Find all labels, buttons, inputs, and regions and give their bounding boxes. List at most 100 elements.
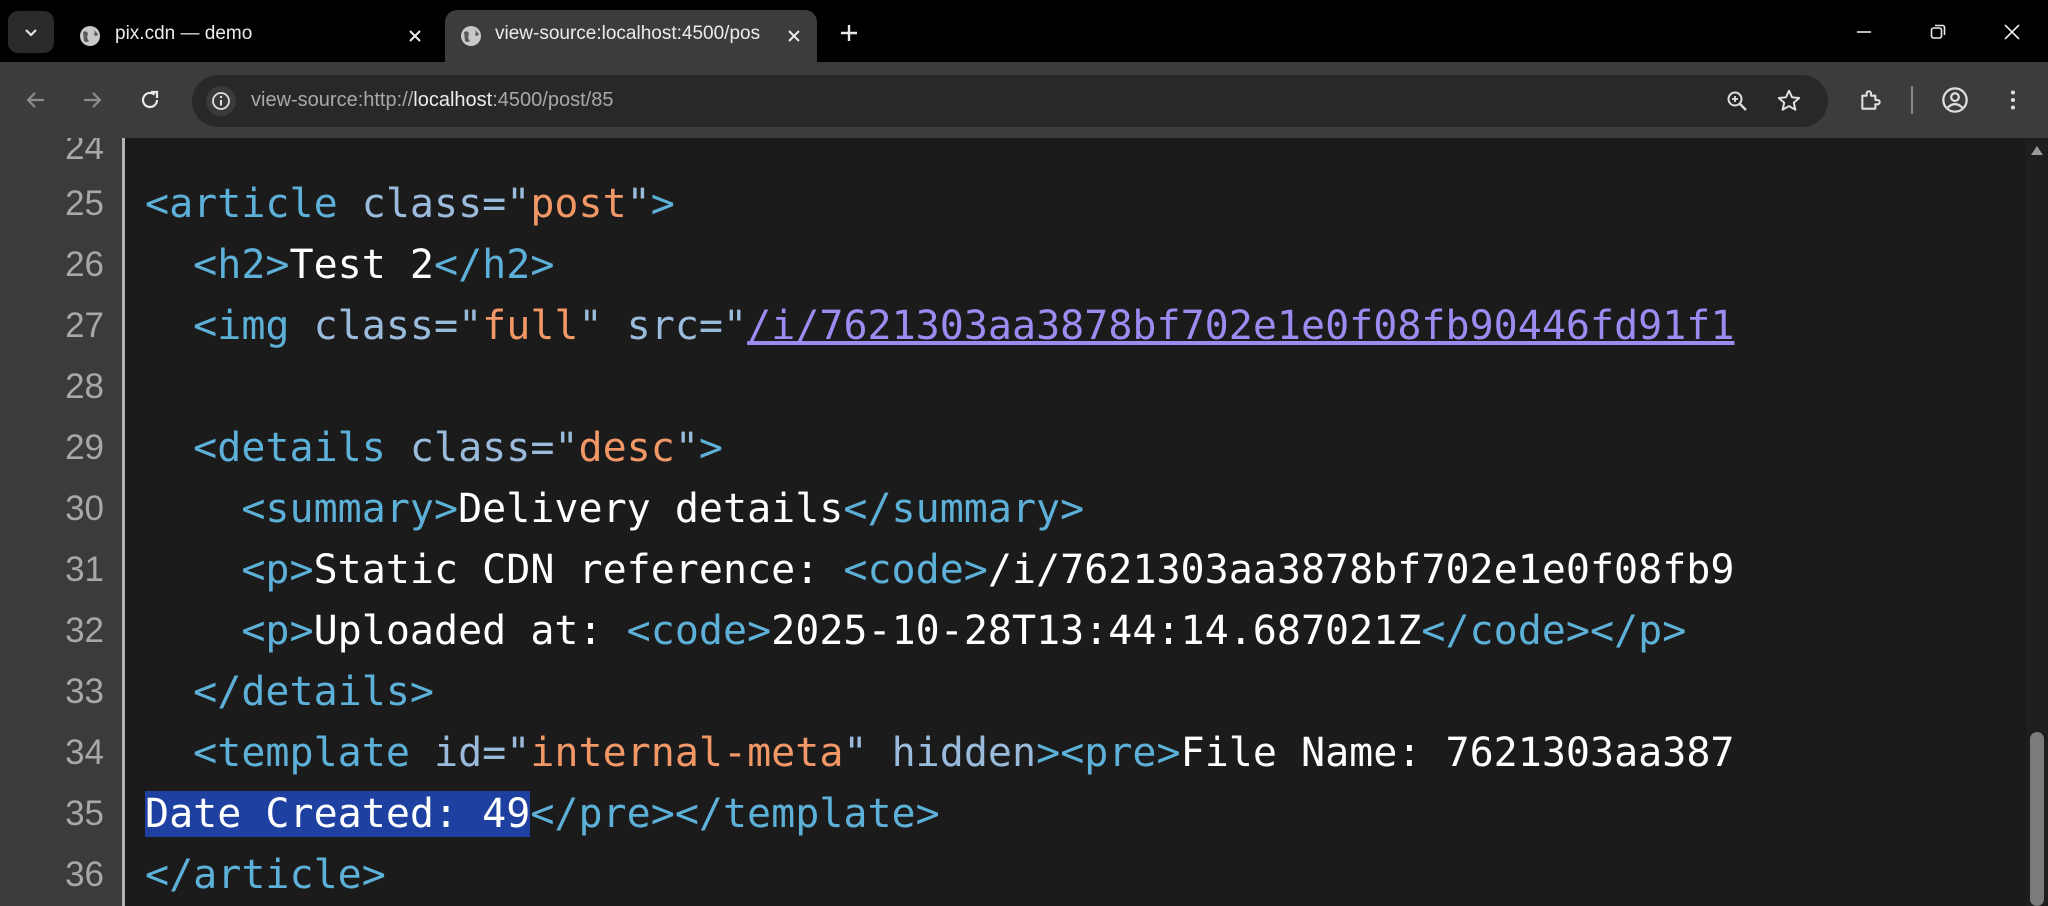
- tag: <img: [193, 303, 290, 349]
- tag: </p>: [1589, 608, 1687, 654]
- source-line: <p>Static CDN reference: <code>/i/762130…: [145, 544, 1734, 596]
- extensions-icon: [1861, 90, 1881, 110]
- tag: <code>: [843, 547, 988, 593]
- tag: <h2>: [193, 242, 290, 288]
- menu-button[interactable]: [1993, 80, 2033, 120]
- url-path: :4500/post/85: [492, 89, 614, 111]
- tag: <article: [145, 181, 338, 227]
- zoom-icon: [1727, 91, 1747, 111]
- source-line: <details class="desc">: [145, 422, 723, 474]
- reload-button[interactable]: [130, 80, 170, 120]
- tag: </pre>: [530, 791, 675, 837]
- address-bar[interactable]: view-source:http://localhost:4500/post/8…: [192, 75, 1828, 127]
- attr-value: post: [530, 181, 627, 227]
- source-line: <img class="full" src="/i/7621303aa3878b…: [145, 300, 1734, 352]
- quote: ": [578, 303, 603, 349]
- scroll-up-arrow-icon[interactable]: [2031, 146, 2043, 155]
- restore-button[interactable]: [1920, 14, 1956, 50]
- window-close-icon: [2004, 24, 2020, 40]
- attr-name: src=: [602, 303, 724, 349]
- line-number: 30: [65, 489, 104, 528]
- tab-close-button[interactable]: [404, 25, 426, 47]
- back-button[interactable]: [16, 80, 56, 120]
- tag: </summary>: [843, 486, 1085, 532]
- quote: ": [843, 730, 868, 776]
- minimize-button[interactable]: [1846, 14, 1882, 50]
- tab-title: view-source:localhost:4500/pos: [495, 23, 761, 44]
- line-number-gutter: 24 25 26 27 28 29 30 31 32 33 34 35 36: [0, 138, 122, 906]
- forward-button[interactable]: [72, 80, 112, 120]
- tag: >: [650, 181, 675, 227]
- text-node: Delivery details: [458, 486, 844, 532]
- src-link[interactable]: /i/7621303aa3878bf702e1e0f08fb90446fd91f…: [747, 303, 1734, 349]
- text-node: File Name: 7621303aa387: [1180, 730, 1735, 776]
- source-view[interactable]: 24 25 26 27 28 29 30 31 32 33 34 35 36 <…: [0, 138, 2048, 906]
- line-number: 35: [65, 794, 104, 833]
- tab-strip: pix.cdn — demo view-source:localhost:450…: [0, 0, 2048, 62]
- quote: ": [506, 730, 531, 776]
- source-line: </article>: [145, 849, 386, 901]
- source-line: <summary>Delivery details</summary>: [145, 483, 1084, 535]
- url-host: localhost: [413, 89, 493, 111]
- restore-icon: [1930, 24, 1946, 39]
- tab-title: pix.cdn — demo: [115, 23, 253, 44]
- line-number: 34: [65, 733, 104, 772]
- new-tab-button[interactable]: [834, 18, 864, 48]
- reload-icon: [141, 90, 159, 109]
- source-line: <p>Uploaded at: <code>2025-10-28T13:44:1…: [145, 605, 1686, 657]
- attr-value: desc: [578, 425, 675, 471]
- quote: ": [723, 303, 748, 349]
- line-number: 29: [65, 428, 104, 467]
- url-text[interactable]: view-source:http://localhost:4500/post/8…: [251, 89, 613, 112]
- close-icon: [409, 30, 421, 42]
- attr-name: class=: [385, 425, 555, 471]
- quote: ": [506, 181, 531, 227]
- tab-view-source[interactable]: view-source:localhost:4500/pos: [445, 10, 817, 62]
- site-info-button[interactable]: [206, 86, 236, 116]
- tag: </details>: [193, 669, 434, 715]
- source-line: <template id="internal-meta" hidden><pre…: [145, 727, 1735, 779]
- tab-pix-cdn[interactable]: pix.cdn — demo: [70, 10, 438, 62]
- globe-icon: [80, 26, 100, 46]
- tag: </h2>: [434, 242, 555, 288]
- line-number: 24: [65, 138, 104, 167]
- text-node: Static CDN reference:: [313, 547, 844, 593]
- quote: ": [626, 181, 651, 227]
- tag: >: [698, 425, 724, 471]
- scrollbar-thumb[interactable]: [2030, 732, 2044, 906]
- window-close-button[interactable]: [1994, 14, 2030, 50]
- site-info-icon: [212, 92, 230, 110]
- line-number: 25: [65, 184, 104, 223]
- tag: <code>: [626, 608, 772, 654]
- source-line: Date Created: 49</pre></template>: [145, 788, 940, 840]
- url-scheme: view-source:http://: [251, 89, 414, 111]
- bookmark-button[interactable]: [1774, 86, 1804, 116]
- gutter-border: [122, 138, 125, 906]
- profile-button[interactable]: [1935, 80, 1975, 120]
- quote: ": [554, 425, 579, 471]
- star-icon: [1777, 89, 1801, 111]
- tab-close-button[interactable]: [783, 25, 805, 47]
- line-number: 28: [65, 367, 104, 406]
- line-number: 32: [65, 611, 104, 650]
- close-icon: [788, 30, 800, 42]
- extensions-button[interactable]: [1851, 80, 1891, 120]
- attr-name: class=: [337, 181, 507, 227]
- attr-value: full: [482, 303, 579, 349]
- tag: <p>: [241, 608, 314, 654]
- tag: </article>: [145, 852, 386, 898]
- selected-text[interactable]: Date Created: 49: [145, 791, 531, 837]
- text-node: 2025-10-28T13:44:14.687021Z: [771, 608, 1422, 654]
- line-number: 31: [65, 550, 104, 589]
- attr-name: class=: [289, 303, 459, 349]
- tab-search-button[interactable]: [8, 11, 54, 53]
- text-node: Uploaded at:: [313, 608, 627, 654]
- tab-search-icon: [25, 29, 37, 37]
- vertical-scrollbar[interactable]: [2026, 138, 2048, 906]
- attr-value: internal-meta: [530, 730, 844, 776]
- zoom-button[interactable]: [1722, 86, 1752, 116]
- source-line: <h2>Test 2</h2>: [145, 239, 554, 291]
- minimize-icon: [1857, 31, 1871, 33]
- tag: <template: [193, 730, 410, 776]
- toolbar-separator: [1911, 86, 1913, 114]
